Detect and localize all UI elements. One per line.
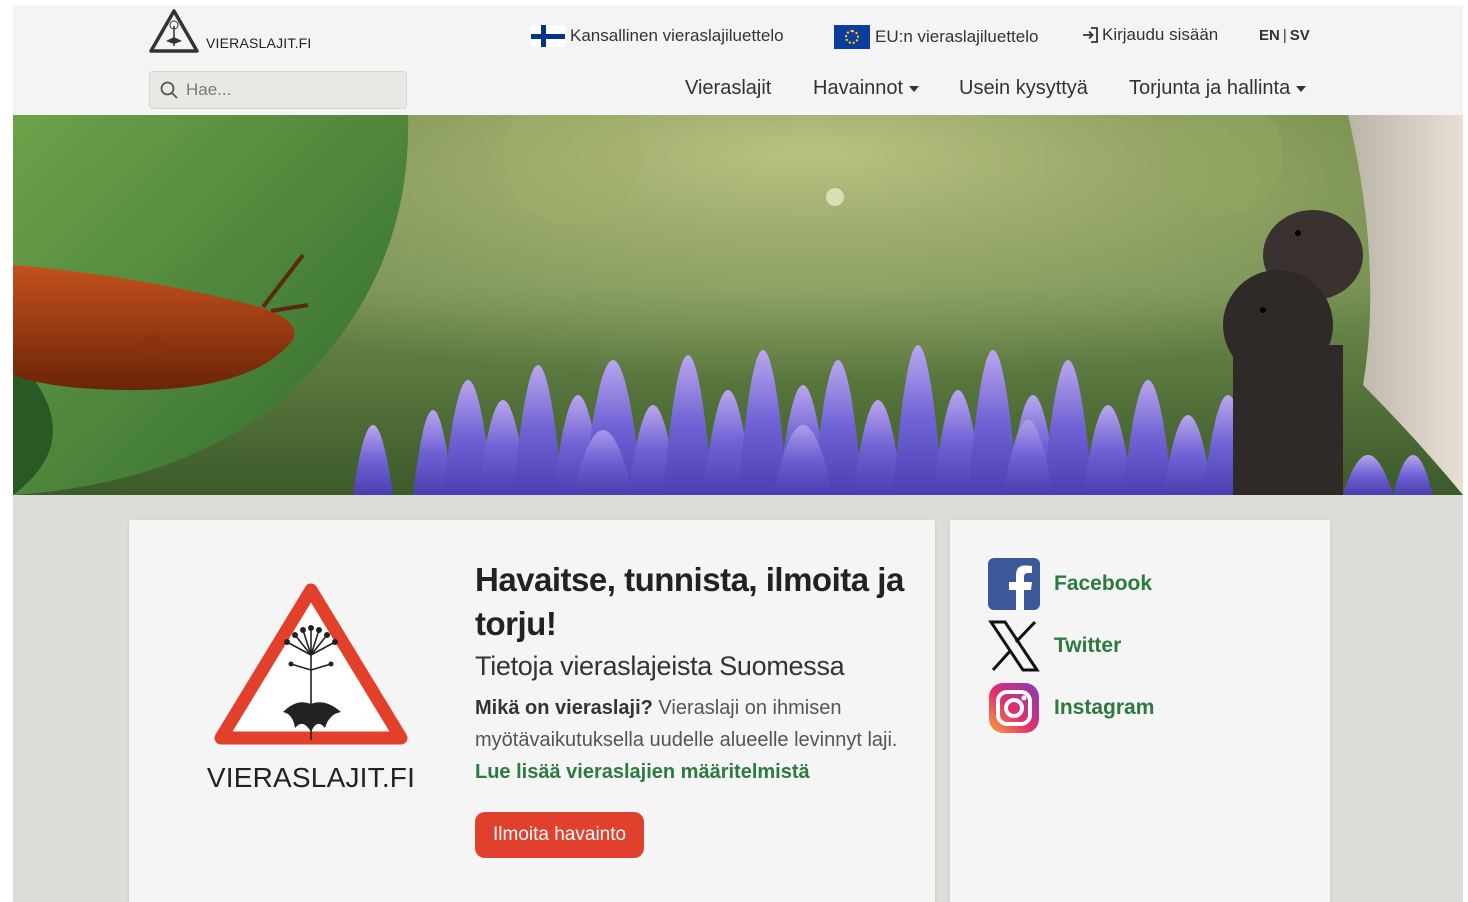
hero-image: [13, 115, 1463, 495]
login-label: Kirjaudu sisään: [1102, 25, 1219, 44]
eu-list-link[interactable]: EU:n vieraslajiluettelo: [834, 25, 1038, 49]
big-logo: VIERASLAJIT.FI: [191, 580, 431, 793]
intro-question: Mikä on vieraslaji?: [475, 697, 653, 719]
warning-triangle-logo-icon: [214, 583, 408, 745]
social-card: Facebook Twitter Instagram: [950, 520, 1330, 902]
report-observation-button[interactable]: Ilmoita havainto: [475, 812, 645, 858]
definitions-link[interactable]: Lue lisää vieraslajien määritelmistä: [475, 761, 810, 783]
national-list-label: Kansallinen vieraslajiluettelo: [570, 26, 784, 45]
facebook-icon: [988, 558, 1040, 610]
eu-flag-icon: [834, 25, 870, 49]
nav-observations-label: Havainnot: [813, 77, 904, 99]
nav-species[interactable]: Vieraslajit: [685, 77, 771, 100]
language-switcher: EN | SV: [1259, 27, 1310, 44]
nav-observations[interactable]: Havainnot: [813, 77, 920, 100]
headline: Havaitse, tunnista, ilmoita ja torju!: [475, 561, 904, 642]
facebook-link[interactable]: Facebook: [988, 558, 1152, 610]
twitter-link[interactable]: Twitter: [988, 620, 1121, 672]
nav-faq[interactable]: Usein kysyttyä: [959, 77, 1088, 100]
caret-down-icon: [1296, 85, 1307, 92]
finland-flag-icon: [531, 25, 565, 47]
instagram-link[interactable]: Instagram: [988, 682, 1154, 734]
main-nav: Vieraslajit Havainnot Usein kysyttyä Tor…: [13, 77, 1463, 103]
nav-control[interactable]: Torjunta ja hallinta: [1129, 77, 1307, 100]
intro-text-block: Mikä on vieraslaji? Vieraslaji on ihmise…: [475, 692, 915, 788]
big-logo-text: VIERASLAJIT.FI: [206, 762, 416, 793]
subheadline: Tietoja vieraslajeista Suomessa: [475, 651, 845, 681]
page: VIERASLAJIT.FI Kansallinen vieraslajilue…: [13, 5, 1463, 902]
facebook-label: Facebook: [1054, 572, 1153, 595]
lang-en-link[interactable]: EN: [1259, 27, 1280, 44]
caret-down-icon: [909, 85, 920, 92]
nav-control-label: Torjunta ja hallinta: [1129, 77, 1291, 99]
national-list-link[interactable]: Kansallinen vieraslajiluettelo: [531, 25, 784, 47]
instagram-icon: [989, 683, 1039, 733]
login-link[interactable]: Kirjaudu sisään: [1080, 25, 1218, 45]
eu-list-label: EU:n vieraslajiluettelo: [875, 27, 1039, 46]
login-icon: [1083, 27, 1098, 43]
instagram-label: Instagram: [1054, 696, 1155, 719]
lang-sv-link[interactable]: SV: [1290, 27, 1310, 44]
site-header: VIERASLAJIT.FI Kansallinen vieraslajilue…: [13, 5, 1463, 115]
intro-card: VIERASLAJIT.FI Havaitse, tunnista, ilmoi…: [129, 520, 935, 902]
lang-separator: |: [1282, 27, 1287, 44]
x-twitter-icon: [988, 620, 1040, 672]
twitter-label: Twitter: [1054, 634, 1122, 657]
